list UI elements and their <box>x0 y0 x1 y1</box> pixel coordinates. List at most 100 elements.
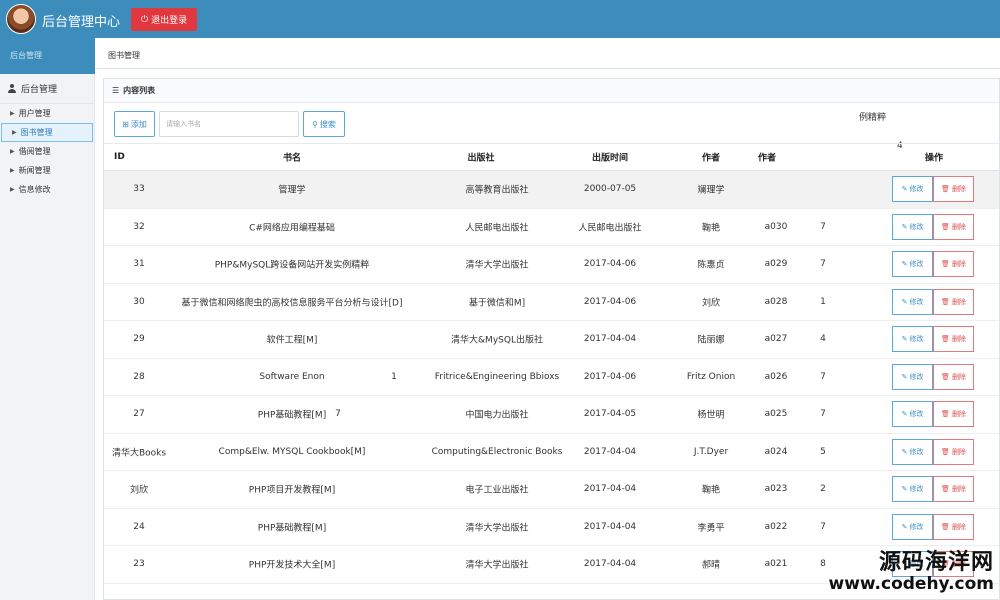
search-button[interactable]: ⚲ 搜索 <box>303 111 345 137</box>
table-row: 28 Software Enon Fritrice&Engineering Bbio… <box>104 359 999 396</box>
add-button[interactable]: ⊞ 添加 <box>114 111 155 137</box>
edit-button[interactable]: ✎ 修改 <box>892 213 933 240</box>
cell-id: 清华大Books <box>111 448 167 459</box>
caret-right-icon: ▶ <box>12 129 17 136</box>
cell-date: 2017-04-04 <box>583 521 637 532</box>
toolbar: ⊞ 添加 ⚲ 搜索 <box>114 111 345 137</box>
delete-button[interactable]: 🗑 删除 <box>933 476 974 503</box>
cell-code: a029 <box>764 259 788 270</box>
cell-publisher: 电子工业出版社 <box>465 485 529 496</box>
edit-icon: ✎ <box>901 372 908 381</box>
sidebar-item[interactable]: ▶ 新闻管理 <box>0 161 94 180</box>
cell-name: 软件工程[M] <box>266 335 318 346</box>
edit-button[interactable]: ✎ 修改 <box>892 251 933 278</box>
breadcrumb: 图书管理 <box>108 51 140 60</box>
sidebar-item-label: 用户管理 <box>18 109 51 118</box>
edit-button[interactable]: ✎ 修改 <box>892 326 933 353</box>
sidebar-item[interactable]: ▶ 借阅管理 <box>0 142 94 161</box>
sidebar-title-label: 后台管理 <box>21 85 58 95</box>
cell-id: 31 <box>133 259 145 270</box>
edit-icon: ✎ <box>901 222 908 231</box>
sidebar-item[interactable]: ▶ 图书管理 <box>1 123 93 142</box>
edit-button[interactable]: ✎ 修改 <box>892 513 933 540</box>
trash-icon: 🗑 <box>941 485 950 494</box>
sidebar-item[interactable]: ▶ 信息修改 <box>0 180 94 199</box>
sidebar: 后台管理 ▶ 用户管理 ▶ 图书管理 ▶ 借阅管理 ▶ 新闻管理 ▶ 信息修改 <box>0 74 95 600</box>
edit-icon: ✎ <box>901 297 908 306</box>
sidebar-item-label: 信息修改 <box>18 185 51 194</box>
delete-label: 删除 <box>951 485 966 494</box>
cell-code: a024 <box>764 446 788 457</box>
watermark: 源码海洋网 www.codehy.com <box>829 544 995 594</box>
edit-label: 修改 <box>909 485 924 494</box>
delete-label: 删除 <box>951 335 966 344</box>
delete-button[interactable]: 🗑 删除 <box>933 176 974 203</box>
trash-icon: 🗑 <box>941 372 950 381</box>
row-actions: ✎ 修改 🗑 删除 <box>892 401 974 428</box>
cell-name: PHP基础教程[M] <box>257 410 327 421</box>
sidebar-item[interactable]: ▶ 用户管理 <box>0 104 94 123</box>
table-row: 27 PHP基础教程[M] 中国电力出版社 2017-04-05 杨世明 a025 7 7 ✎ 修… <box>104 396 999 434</box>
delete-label: 删除 <box>951 372 966 381</box>
delete-button[interactable]: 🗑 删除 <box>933 401 974 428</box>
table-row: 32 C#网络应用编程基础 人民邮电出版社 人民邮电出版社 鞠艳 a030 7 ✎ 修改 🗑 删除 <box>104 209 999 246</box>
cell-publisher: 中国电力出版社 <box>465 410 529 421</box>
trash-icon: 🗑 <box>941 447 950 456</box>
cell-count: 8 <box>820 559 826 570</box>
edit-button[interactable]: ✎ 修改 <box>892 176 933 203</box>
cell-id: 27 <box>133 409 145 420</box>
cell-code: a023 <box>764 484 788 495</box>
cell-author: 刘欣 <box>701 298 721 309</box>
edit-label: 修改 <box>909 185 924 194</box>
caret-right-icon: ▶ <box>10 167 15 174</box>
delete-button[interactable]: 🗑 删除 <box>933 251 974 278</box>
row-actions: ✎ 修改 🗑 删除 <box>892 438 974 465</box>
edit-button[interactable]: ✎ 修改 <box>892 363 933 390</box>
cell-extra: 1 <box>391 371 397 382</box>
power-icon: ⏻ <box>141 14 149 25</box>
row-actions: ✎ 修改 🗑 删除 <box>892 251 974 278</box>
delete-label: 删除 <box>951 447 966 456</box>
table-row: 24 PHP基础教程[M] 清华大学出版社 2017-04-04 李勇平 a022 7 ✎ 修改… <box>104 509 999 546</box>
table-row: 刘欣 PHP项目开发教程[M] 电子工业出版社 2017-04-04 鞠艳 a023 2 ✎ 修… <box>104 471 999 509</box>
cell-author: 杨世明 <box>697 410 725 421</box>
search-input[interactable] <box>159 111 299 137</box>
cell-publisher: 清华大&MySQL出版社 <box>451 335 543 346</box>
delete-label: 删除 <box>951 185 966 194</box>
sidebar-title[interactable]: 后台管理 <box>0 74 94 104</box>
cell-author: 陈惠贞 <box>697 260 725 271</box>
logout-button[interactable]: ⏻ 退出登录 <box>131 8 198 31</box>
cell-count: 4 <box>820 334 826 345</box>
trash-icon: 🗑 <box>941 410 950 419</box>
delete-button[interactable]: 🗑 删除 <box>933 326 974 353</box>
panel-header: ☰ 内容列表 <box>104 79 999 103</box>
trash-icon: 🗑 <box>941 335 950 344</box>
caret-right-icon: ▶ <box>10 186 15 193</box>
delete-button[interactable]: 🗑 删除 <box>933 288 974 315</box>
divider <box>95 68 1000 69</box>
edit-button[interactable]: ✎ 修改 <box>892 438 933 465</box>
avatar[interactable] <box>6 4 36 34</box>
edit-label: 修改 <box>909 222 924 231</box>
delete-button[interactable]: 🗑 删除 <box>933 438 974 465</box>
sidebar-item-label: 图书管理 <box>20 128 53 137</box>
edit-icon: ✎ <box>901 185 908 194</box>
delete-button[interactable]: 🗑 删除 <box>933 213 974 240</box>
edit-button[interactable]: ✎ 修改 <box>892 401 933 428</box>
delete-button[interactable]: 🗑 删除 <box>933 513 974 540</box>
book-table: ID 书名 出版社 出版时间 作者 作者 操作 33 管理学 高等教育出版社 2000… <box>104 143 999 584</box>
table-row: 29 软件工程[M] 清华大&MySQL出版社 2017-04-04 陆丽娜 a027 4 ✎… <box>104 321 999 359</box>
header-date: 出版时间 <box>591 153 629 164</box>
row-actions: ✎ 修改 🗑 删除 <box>892 326 974 353</box>
cell-date: 2017-04-04 <box>583 446 637 457</box>
edit-button[interactable]: ✎ 修改 <box>892 288 933 315</box>
edit-label: 修改 <box>909 410 924 419</box>
trash-icon: 🗑 <box>941 297 950 306</box>
cell-name: 管理学 <box>278 185 306 196</box>
stray-text: 例精粹 <box>859 113 887 123</box>
delete-button[interactable]: 🗑 删除 <box>933 363 974 390</box>
cell-code: a025 <box>764 409 788 420</box>
cell-author: 李勇平 <box>697 523 725 534</box>
edit-button[interactable]: ✎ 修改 <box>892 476 933 503</box>
cell-code: a030 <box>764 221 788 232</box>
